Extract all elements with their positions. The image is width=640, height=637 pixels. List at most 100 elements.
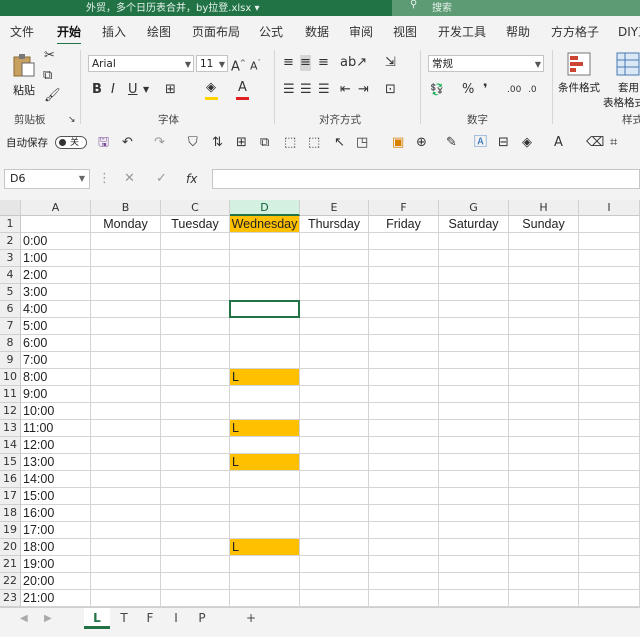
cell-h21[interactable] [509, 556, 579, 573]
column-header-c[interactable]: C [161, 200, 230, 216]
fill-tool-icon[interactable]: ◈ [522, 135, 532, 151]
tab-developer[interactable]: 开发工具 [438, 23, 486, 40]
row-header[interactable]: 13 [0, 420, 21, 437]
cell-e5[interactable] [300, 284, 369, 301]
cell-i16[interactable] [579, 471, 640, 488]
row-header[interactable]: 10 [0, 369, 21, 386]
extra-tool-icon[interactable]: ⌗ [610, 135, 617, 151]
cell-i19[interactable] [579, 522, 640, 539]
time-cell[interactable]: 3:00 [21, 284, 91, 301]
cell-b4[interactable] [91, 267, 161, 284]
cell-i23[interactable] [579, 590, 640, 607]
cell-f10[interactable] [369, 369, 439, 386]
cell-a1[interactable] [21, 216, 91, 233]
cell-e16[interactable] [300, 471, 369, 488]
cell-c8[interactable] [161, 335, 230, 352]
time-cell[interactable]: 6:00 [21, 335, 91, 352]
column-header-f[interactable]: F [369, 200, 439, 216]
cell-i18[interactable] [579, 505, 640, 522]
cell-f18[interactable] [369, 505, 439, 522]
cell-f7[interactable] [369, 318, 439, 335]
cell-i12[interactable] [579, 403, 640, 420]
cell-f23[interactable] [369, 590, 439, 607]
cell-e8[interactable] [300, 335, 369, 352]
cell-c5[interactable] [161, 284, 230, 301]
font-name-select[interactable]: Arial ▼ [88, 55, 194, 72]
conditional-format-button[interactable]: 条件格式 [556, 50, 602, 106]
row-header[interactable]: 3 [0, 250, 21, 267]
pointer-icon[interactable]: ↖ [334, 135, 345, 151]
cell-d7[interactable] [230, 318, 300, 335]
cell-h23[interactable] [509, 590, 579, 607]
cell-b9[interactable] [91, 352, 161, 369]
column-header-b[interactable]: B [91, 200, 161, 216]
day-header-cell[interactable]: Thursday [300, 216, 369, 233]
cell-e15[interactable] [300, 454, 369, 471]
increase-indent-icon[interactable]: ⇥ [358, 82, 369, 98]
cell-c4[interactable] [161, 267, 230, 284]
column-header-d[interactable]: D [230, 200, 300, 216]
cell-h19[interactable] [509, 522, 579, 539]
cell-b18[interactable] [91, 505, 161, 522]
cell-i21[interactable] [579, 556, 640, 573]
cell-f5[interactable] [369, 284, 439, 301]
cell-c21[interactable] [161, 556, 230, 573]
cell-b6[interactable] [91, 301, 161, 318]
cell-e19[interactable] [300, 522, 369, 539]
tab-formulas[interactable]: 公式 [259, 23, 283, 40]
cell-g19[interactable] [439, 522, 509, 539]
cell-d23[interactable] [230, 590, 300, 607]
cell-c11[interactable] [161, 386, 230, 403]
cell-f9[interactable] [369, 352, 439, 369]
clear-tool-icon[interactable]: ⌫ [586, 135, 604, 151]
cell-c7[interactable] [161, 318, 230, 335]
decrease-font-icon[interactable]: Aˇ [250, 55, 261, 75]
cell-c6[interactable] [161, 301, 230, 318]
tab-page-layout[interactable]: 页面布局 [192, 23, 240, 40]
cell-d12[interactable] [230, 403, 300, 420]
column-header-e[interactable]: E [300, 200, 369, 216]
row-header[interactable]: 16 [0, 471, 21, 488]
cell-c13[interactable] [161, 420, 230, 437]
cell-h3[interactable] [509, 250, 579, 267]
align-center-icon[interactable]: ☰ [300, 82, 312, 98]
column-header-h[interactable]: H [509, 200, 579, 216]
sheet-tab-i[interactable]: I [164, 608, 188, 629]
cell-d8[interactable] [230, 335, 300, 352]
cell-h7[interactable] [509, 318, 579, 335]
undo-icon[interactable]: ↶ [122, 135, 133, 151]
column-header-i[interactable]: I [579, 200, 640, 216]
cell-c20[interactable] [161, 539, 230, 556]
fill-color-icon[interactable]: ◈ [206, 80, 216, 96]
cell-h8[interactable] [509, 335, 579, 352]
cell-e22[interactable] [300, 573, 369, 590]
row-header[interactable]: 7 [0, 318, 21, 335]
cell-i14[interactable] [579, 437, 640, 454]
tab-home[interactable]: 开始 [57, 23, 82, 46]
cell-b13[interactable] [91, 420, 161, 437]
align-middle-icon[interactable]: ≡ [300, 55, 311, 71]
cell-b12[interactable] [91, 403, 161, 420]
cell-h4[interactable] [509, 267, 579, 284]
day-header-cell[interactable]: Sunday [509, 216, 579, 233]
confirm-icon[interactable]: ✓ [156, 171, 167, 187]
time-cell[interactable]: 14:00 [21, 471, 91, 488]
cell-d9[interactable] [230, 352, 300, 369]
font-tool-icon[interactable]: A [554, 135, 563, 151]
cell-f15[interactable] [369, 454, 439, 471]
cell-d21[interactable] [230, 556, 300, 573]
scroll-left-icon[interactable]: ◀ [20, 611, 28, 627]
row-header[interactable]: 20 [0, 539, 21, 556]
cell-b2[interactable] [91, 233, 161, 250]
cell-c22[interactable] [161, 573, 230, 590]
cell-i11[interactable] [579, 386, 640, 403]
cell-g12[interactable] [439, 403, 509, 420]
decrease-indent-icon[interactable]: ⇤ [340, 82, 351, 98]
day-header-cell[interactable]: Monday [91, 216, 161, 233]
select-all-corner[interactable] [0, 200, 21, 216]
row-header[interactable]: 22 [0, 573, 21, 590]
row-header[interactable]: 9 [0, 352, 21, 369]
cell-g18[interactable] [439, 505, 509, 522]
cell-g8[interactable] [439, 335, 509, 352]
tab-review[interactable]: 审阅 [349, 23, 373, 40]
